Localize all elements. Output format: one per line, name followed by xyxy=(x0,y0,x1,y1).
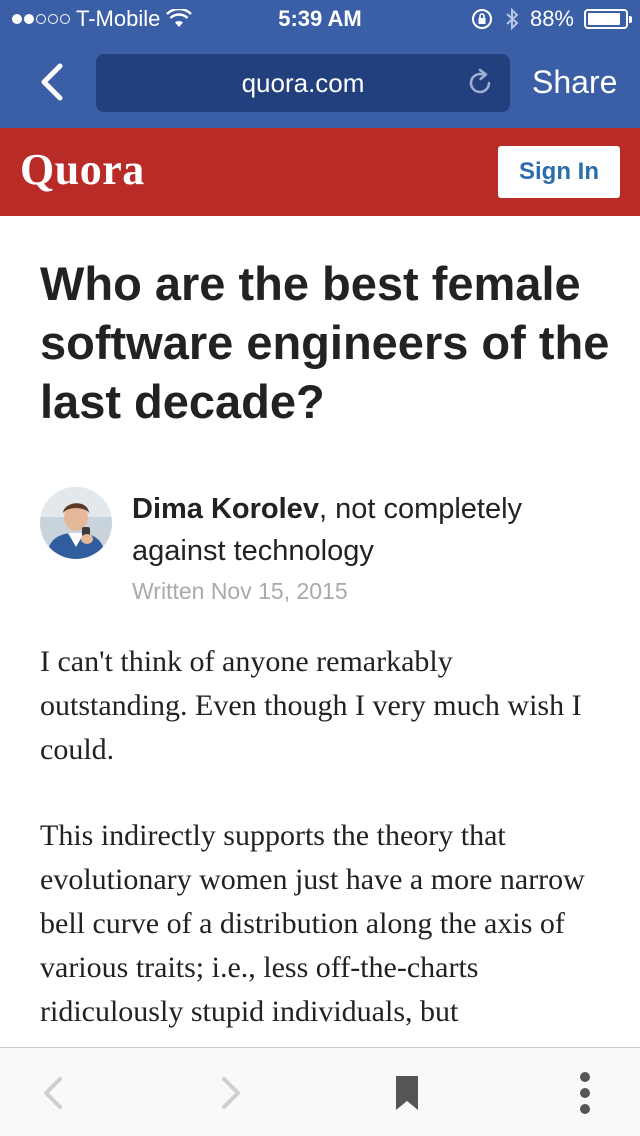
share-button[interactable]: Share xyxy=(532,64,617,101)
question-title: Who are the best female software enginee… xyxy=(40,257,610,428)
sign-in-button[interactable]: Sign In xyxy=(498,146,620,198)
bookmark-icon xyxy=(396,1076,418,1110)
browser-chrome: T-Mobile 5:39 AM 88% quora.com Share xyxy=(0,0,640,128)
quora-header: Quora Sign In xyxy=(0,128,640,216)
toolbar-more-button[interactable] xyxy=(560,1068,610,1118)
more-vertical-icon xyxy=(580,1072,590,1114)
battery-icon xyxy=(584,9,632,29)
written-date[interactable]: Written Nov 15, 2015 xyxy=(132,578,348,605)
bluetooth-icon xyxy=(506,7,519,31)
author-name[interactable]: Dima Korolev xyxy=(132,493,319,525)
safari-bottom-toolbar xyxy=(0,1047,640,1136)
status-bar: T-Mobile 5:39 AM 88% xyxy=(0,0,640,40)
avatar-image xyxy=(40,487,112,559)
page: T-Mobile 5:39 AM 88% quora.com Share Quo… xyxy=(0,0,640,1136)
answer-paragraph: I can't think of anyone remarkably outst… xyxy=(40,645,582,766)
toolbar-back-button[interactable] xyxy=(28,1068,78,1118)
battery-percent: 88% xyxy=(529,6,574,31)
chevron-left-icon xyxy=(41,63,63,101)
toolbar-bookmark-button[interactable] xyxy=(382,1068,432,1118)
reload-icon[interactable] xyxy=(464,67,496,99)
back-arrow-icon xyxy=(44,1077,62,1109)
author-line: Dima Korolev, not completely against tec… xyxy=(132,488,592,572)
answer-paragraph: This indirectly supports the theory that… xyxy=(40,819,585,1028)
orientation-lock-icon xyxy=(471,9,492,29)
forward-arrow-icon xyxy=(222,1077,240,1109)
url-field[interactable]: quora.com xyxy=(96,54,510,112)
quora-logo[interactable]: Quora xyxy=(20,144,145,195)
status-right: 88% xyxy=(470,6,632,32)
avatar[interactable] xyxy=(40,487,112,559)
url-text: quora.com xyxy=(241,67,365,98)
safari-nav-bar: quora.com Share xyxy=(0,40,640,128)
toolbar-forward-button[interactable] xyxy=(206,1068,256,1118)
back-button[interactable] xyxy=(30,60,74,104)
